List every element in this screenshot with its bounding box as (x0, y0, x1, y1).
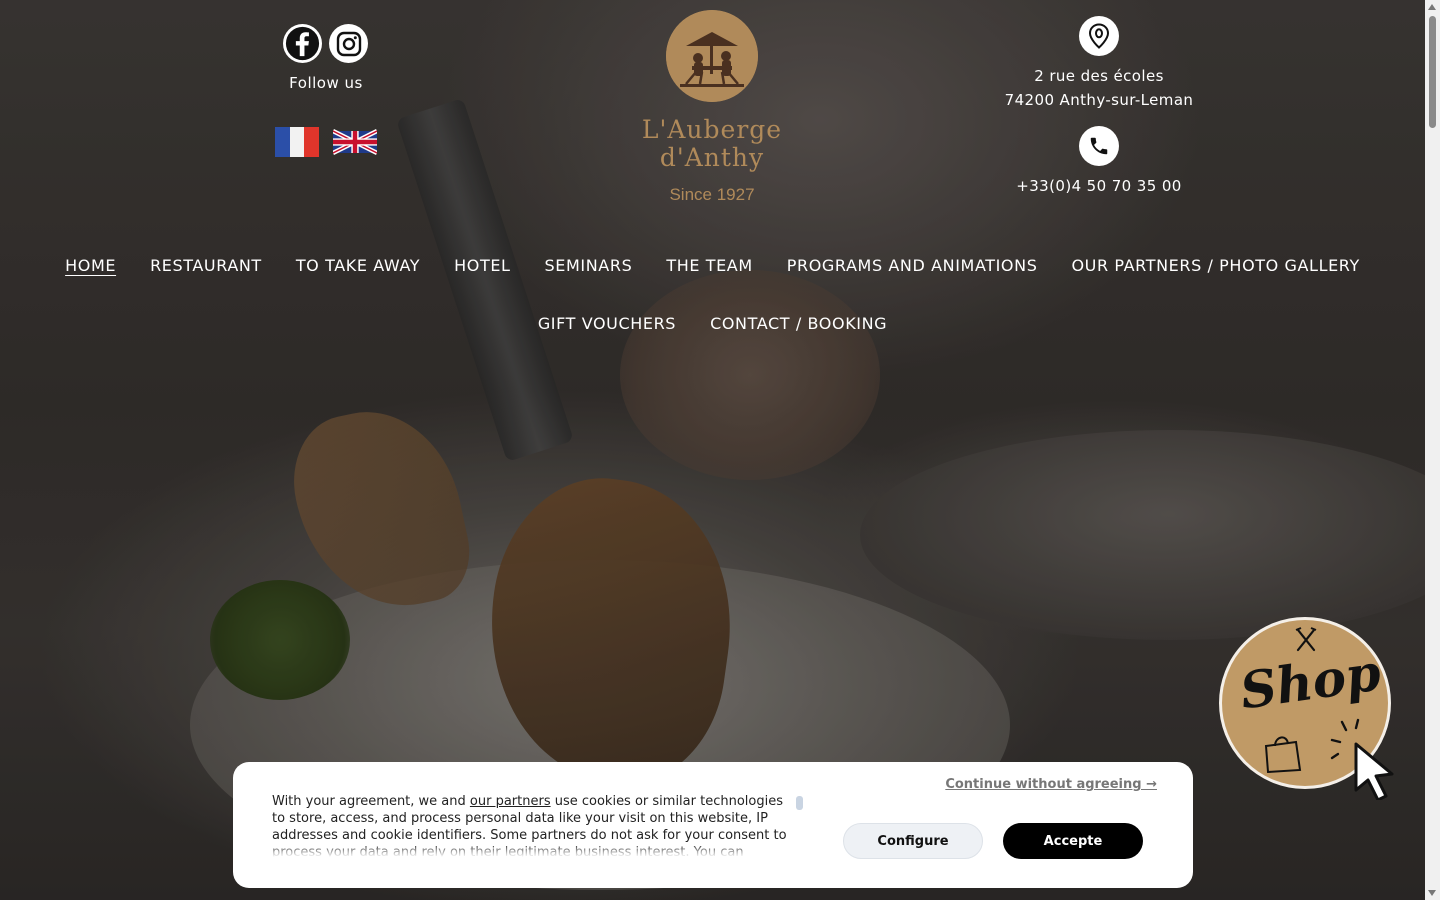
main-nav-row2: GIFT VOUCHERS CONTACT / BOOKING (0, 312, 1425, 336)
facebook-link[interactable] (283, 24, 322, 63)
nav-partners-gallery[interactable]: OUR PARTNERS / PHOTO GALLERY (1054, 254, 1376, 278)
shop-badge-button[interactable]: Shop (1219, 617, 1394, 800)
continue-without-agreeing-link[interactable]: Continue without agreeing → (945, 777, 1157, 792)
cookie-consent-banner: Continue without agreeing → With your ag… (233, 762, 1193, 888)
main-nav-row1: HOME RESTAURANT TO TAKE AWAY HOTEL SEMIN… (0, 254, 1425, 278)
instagram-link[interactable] (329, 24, 368, 63)
follow-us-label: Follow us (289, 74, 363, 92)
phone-icon-circle[interactable] (1079, 126, 1119, 166)
address-icon-circle[interactable] (1079, 16, 1119, 56)
nav-seminars[interactable]: SEMINARS (528, 254, 650, 278)
address-line1: 2 rue des écoles (1034, 67, 1164, 85)
nav-programs[interactable]: PROGRAMS AND ANIMATIONS (770, 254, 1055, 278)
scroll-down-arrow-icon[interactable] (1428, 890, 1436, 896)
configure-button[interactable]: Configure (843, 823, 983, 859)
phone-icon (1090, 137, 1108, 155)
logo-medallion-icon (666, 10, 758, 102)
cookie-consent-text: With your agreement, we and our partners… (272, 793, 792, 857)
cursor-icon (1330, 718, 1394, 800)
nav-contact-booking[interactable]: CONTACT / BOOKING (693, 312, 904, 336)
cookie-text-scrollbar[interactable] (796, 796, 803, 810)
page-scrollbar[interactable] (1425, 0, 1440, 900)
social-links (283, 24, 368, 63)
french-flag-icon[interactable] (275, 127, 319, 157)
shop-label: Shop (1236, 642, 1385, 721)
logo-name-line2: d'Anthy (659, 143, 765, 172)
nav-home[interactable]: HOME (48, 254, 133, 278)
english-flag-icon[interactable] (333, 127, 377, 157)
site-logo[interactable]: L'Auberge d'Anthy Since 1927 (632, 10, 792, 205)
our-partners-link[interactable]: our partners (470, 794, 551, 809)
language-switcher (275, 127, 377, 157)
address-line2: 74200 Anthy-sur-Leman (1004, 91, 1194, 109)
scroll-up-arrow-icon[interactable] (1428, 4, 1436, 10)
accept-button[interactable]: Accepte (1003, 823, 1143, 859)
logo-name-line1: L'Auberge (641, 115, 783, 144)
logo-since: Since 1927 (669, 185, 755, 204)
scrollbar-thumb[interactable] (1429, 16, 1436, 128)
nav-gift-vouchers[interactable]: GIFT VOUCHERS (521, 312, 693, 336)
fork-knife-icon (1295, 627, 1317, 652)
nav-restaurant[interactable]: RESTAURANT (133, 254, 279, 278)
contact-info: 2 rue des écoles 74200 Anthy-sur-Leman +… (990, 16, 1208, 198)
facebook-icon (285, 26, 320, 61)
nav-hotel[interactable]: HOTEL (437, 254, 527, 278)
location-pin-icon (1088, 23, 1110, 49)
nav-take-away[interactable]: TO TAKE AWAY (279, 254, 437, 278)
instagram-icon (336, 31, 361, 56)
phone-number[interactable]: +33(0)4 50 70 35 00 (990, 174, 1208, 198)
shopping-bag-icon (1264, 736, 1302, 774)
nav-the-team[interactable]: THE TEAM (649, 254, 769, 278)
